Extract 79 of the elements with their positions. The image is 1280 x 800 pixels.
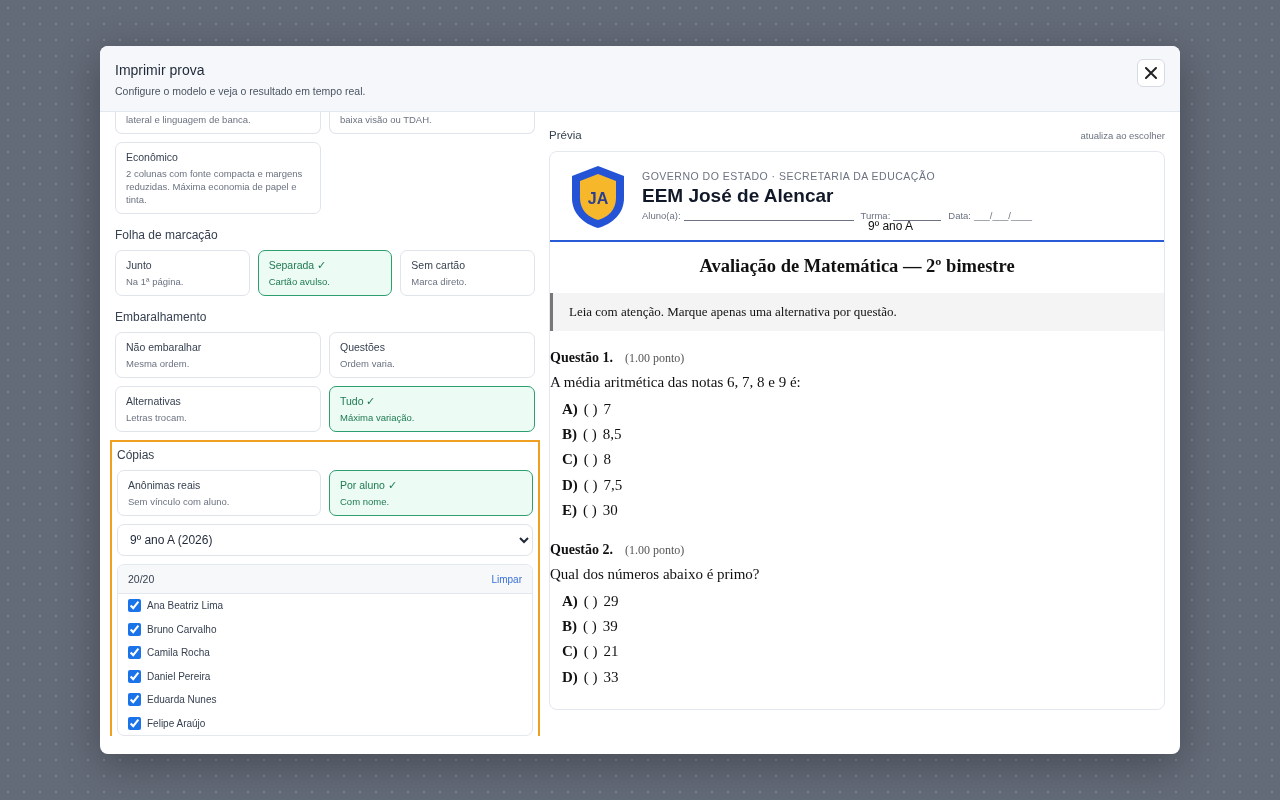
option-card[interactable]: Alternativas Letras trocam. <box>115 386 321 432</box>
option-card[interactable]: Econômico 2 colunas com fonte compacta e margens reduzidas. Máxima economia de papel e tinta. <box>115 142 321 214</box>
date-blank: ___/___/____ <box>974 210 1033 221</box>
option-text: 7 <box>603 401 612 419</box>
option-letter: A) <box>562 401 578 419</box>
dialog-title: Imprimir prova <box>115 62 206 78</box>
option-letter: B) <box>562 618 577 636</box>
answer-mark: ( ) <box>583 426 597 444</box>
option-letter: C) <box>562 643 578 661</box>
option-text: 30 <box>602 501 618 519</box>
student-name: Camila Rocha <box>147 647 210 659</box>
option-text: 7,5 <box>603 476 623 494</box>
option-card[interactable]: Anônimas reais Sem vínculo com aluno. <box>117 470 321 516</box>
school-name: EEM José de Alencar <box>642 185 835 207</box>
option-letter: D) <box>562 476 578 494</box>
option-text: 21 <box>603 643 619 661</box>
student-checkbox[interactable] <box>128 646 141 660</box>
option-card[interactable]: Tudo ✓ Máxima variação. <box>329 386 535 432</box>
option-card[interactable]: Sem cartão Marca direto. <box>400 250 535 296</box>
option-text: 8,5 <box>602 426 622 444</box>
preview-label: Prévia <box>549 129 582 141</box>
student-name: Felipe Araújo <box>147 717 206 729</box>
section-heading: Embaralhamento <box>115 310 208 324</box>
option-card[interactable]: Junto Na 1ª página. <box>115 250 250 296</box>
close-icon <box>1145 67 1157 79</box>
student-name: Eduarda Nunes <box>147 694 217 706</box>
option-card[interactable]: Por aluno ✓ Com nome. <box>329 470 533 516</box>
option-text: 33 <box>603 668 619 686</box>
class-select[interactable]: 9º ano A (2026) <box>117 524 533 556</box>
option-letter: E) <box>562 501 577 519</box>
field-label: Turma: <box>860 210 891 221</box>
answer-mark: ( ) <box>583 476 598 494</box>
question-label: Questão 2. <box>550 541 613 558</box>
answer-mark: ( ) <box>583 643 598 661</box>
student-checkbox[interactable] <box>128 693 141 707</box>
student-name: Ana Beatriz Lima <box>147 600 224 612</box>
field-label: Aluno(a): <box>642 210 681 221</box>
instructions: Leia com atenção. Marque apenas uma alternativa por questão. <box>550 293 1164 331</box>
option-letter: C) <box>562 451 578 469</box>
student-checkbox[interactable] <box>128 669 141 683</box>
question-points: (1.00 ponto) <box>625 351 685 366</box>
student-checkbox[interactable] <box>128 716 141 730</box>
option-card[interactable]: baixa visão ou TDAH. <box>329 112 535 134</box>
close-button[interactable] <box>1137 59 1165 87</box>
answer-mark: ( ) <box>583 501 597 519</box>
selected-count: 20/20 <box>128 573 155 585</box>
option-card[interactable]: Questões Ordem varia. <box>329 332 535 378</box>
option-letter: D) <box>562 668 578 686</box>
student-name: Daniel Pereira <box>147 670 211 682</box>
shield-logo: JA <box>570 164 626 230</box>
option-letter: B) <box>562 426 577 444</box>
section-heading: Cópias <box>117 448 156 462</box>
clear-link[interactable]: Limpar <box>491 573 522 585</box>
answer-mark: ( ) <box>583 401 598 419</box>
student-checkbox[interactable] <box>128 622 141 636</box>
exam-title: Avaliação de Matemática — 2º bimestre <box>698 256 1016 277</box>
field-label: Data: <box>948 210 971 221</box>
student-checkbox[interactable] <box>128 599 141 613</box>
option-text: 29 <box>603 593 619 611</box>
option-text: 8 <box>603 451 612 469</box>
class-value: 9º ano A <box>868 219 914 233</box>
question-points: (1.00 ponto) <box>625 542 685 558</box>
answer-mark: ( ) <box>583 593 598 611</box>
answer-mark: ( ) <box>583 618 597 636</box>
preview-hint: atualiza ao escolher <box>1080 129 1165 141</box>
option-text: 39 <box>602 618 618 636</box>
question-label: Questão 1. <box>550 350 613 366</box>
question-text: A média aritmética das notas 6, 7, 8 e 9 é: <box>550 374 802 391</box>
option-card[interactable]: Separada ✓ Cartão avulso. <box>257 250 393 296</box>
answer-mark: ( ) <box>583 451 598 469</box>
question-text: Qual dos números abaixo é primo? <box>550 565 761 583</box>
option-card[interactable]: lateral e linguagem de banca. <box>115 112 321 134</box>
organization-name: GOVERNO DO ESTADO · SECRETARIA DA EDUCAÇÃO <box>642 170 937 182</box>
student-name: Bruno Carvalho <box>147 623 217 635</box>
option-letter: A) <box>562 593 578 611</box>
answer-mark: ( ) <box>583 668 598 686</box>
option-card[interactable]: Não embaralhar Mesma ordem. <box>115 332 321 378</box>
section-heading: Folha de marcação <box>115 228 219 242</box>
dialog-subtitle: Configure o modelo e veja o resultado em tempo real. <box>115 85 366 97</box>
